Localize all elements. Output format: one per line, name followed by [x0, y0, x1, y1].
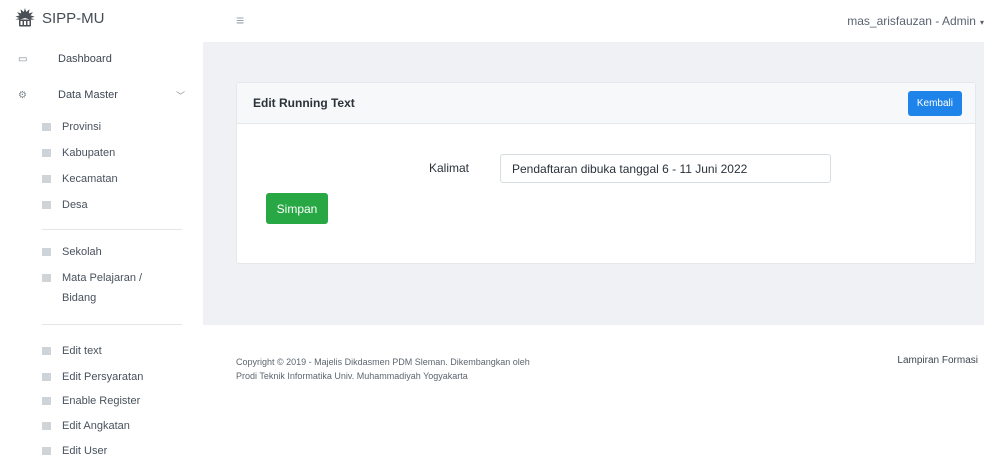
square-bullet-icon — [42, 347, 51, 355]
chevron-down-icon: ﹀ — [176, 90, 186, 101]
square-bullet-icon — [42, 373, 51, 381]
sidebar-item-edit-angkatan[interactable]: Edit Angkatan — [42, 416, 130, 436]
copyright-line: Prodi Teknik Informatika Univ. Muhammadi… — [236, 371, 468, 381]
caret-down-icon: ▾ — [979, 18, 984, 27]
lampiran-formasi-link[interactable]: Lampiran Formasi — [897, 355, 978, 366]
square-bullet-icon — [42, 274, 51, 282]
kalimat-input[interactable] — [500, 154, 831, 183]
sidebar-item-mata-pelajaran[interactable]: Mata Pelajaran / — [42, 268, 142, 288]
sidebar-item-label: Desa — [62, 199, 88, 211]
sidebar-item-label-continuation[interactable]: Bidang — [62, 292, 96, 304]
sidebar-item-provinsi[interactable]: Provinsi — [42, 117, 101, 137]
square-bullet-icon — [42, 248, 51, 256]
hamburger-menu-icon[interactable]: ≡ — [236, 12, 244, 28]
square-bullet-icon — [42, 201, 51, 209]
sidebar-item-sekolah[interactable]: Sekolah — [42, 242, 102, 262]
laptop-icon: ▭ — [18, 53, 28, 65]
sidebar: ▭ Dashboard ⚙ Data Master ﹀ Provinsi Kab… — [0, 42, 203, 462]
sidebar-item-label: Edit User — [62, 445, 108, 457]
sidebar-item-label: Provinsi — [62, 121, 102, 133]
sidebar-item-kabupaten[interactable]: Kabupaten — [42, 143, 115, 163]
sidebar-item-label: Kecamatan — [62, 173, 118, 185]
sidebar-item-edit-user[interactable]: Edit User — [42, 441, 107, 461]
sidebar-item-desa[interactable]: Desa — [42, 195, 88, 215]
sidebar-item-label: Kabupaten — [62, 147, 116, 159]
top-navbar: SIPP-MU ≡ mas_arisfauzan - Admin ▾ — [0, 0, 984, 42]
card-header: Edit Running Text Kembali — [237, 83, 975, 124]
sidebar-item-edit-persyaratan[interactable]: Edit Persyaratan — [42, 367, 143, 387]
footer: Copyright © 2019 - Majelis Dikdasmen PDM… — [203, 325, 984, 407]
brand[interactable]: SIPP-MU — [14, 7, 105, 29]
square-bullet-icon — [42, 447, 51, 455]
square-bullet-icon — [42, 422, 51, 430]
user-menu[interactable]: mas_arisfauzan - Admin ▾ — [847, 14, 984, 28]
edit-running-text-card: Edit Running Text Kembali Kalimat Simpan — [236, 82, 976, 264]
brand-name: SIPP-MU — [42, 9, 105, 27]
sidebar-item-label: Data Master — [58, 89, 118, 101]
user-name: mas_arisfauzan - Admin — [847, 14, 976, 28]
sidebar-item-label: Mata Pelajaran / — [62, 272, 143, 284]
sidebar-item-edit-text[interactable]: Edit text — [42, 341, 102, 361]
sidebar-divider — [42, 229, 182, 230]
sidebar-item-label: Enable Register — [62, 395, 141, 407]
sidebar-item-kecamatan[interactable]: Kecamatan — [42, 169, 118, 189]
copyright-text: Copyright © 2019 - Majelis Dikdasmen PDM… — [236, 355, 636, 383]
card-title: Edit Running Text — [253, 96, 355, 110]
kalimat-label: Kalimat — [429, 161, 470, 175]
sidebar-divider — [42, 324, 182, 325]
square-bullet-icon — [42, 397, 51, 405]
square-bullet-icon — [42, 123, 51, 131]
sidebar-item-label: Edit Angkatan — [62, 420, 130, 432]
square-bullet-icon — [42, 175, 51, 183]
sidebar-item-label: Dashboard — [58, 53, 112, 65]
sidebar-item-label: Sekolah — [62, 246, 102, 258]
copyright-line: Copyright © 2019 - Majelis Dikdasmen PDM… — [236, 357, 530, 367]
sun-emblem-icon — [15, 8, 35, 27]
sidebar-item-label: Edit text — [62, 345, 102, 357]
sidebar-item-enable-register[interactable]: Enable Register — [42, 391, 140, 411]
sidebar-item-data-master[interactable]: ⚙ Data Master ﹀ — [0, 85, 203, 105]
gears-icon: ⚙ — [18, 89, 27, 101]
back-button[interactable]: Kembali — [907, 91, 962, 116]
sidebar-item-dashboard[interactable]: ▭ Dashboard — [0, 49, 203, 69]
square-bullet-icon — [42, 149, 51, 157]
sidebar-item-label: Edit Persyaratan — [62, 371, 144, 383]
save-button[interactable]: Simpan — [266, 193, 328, 224]
